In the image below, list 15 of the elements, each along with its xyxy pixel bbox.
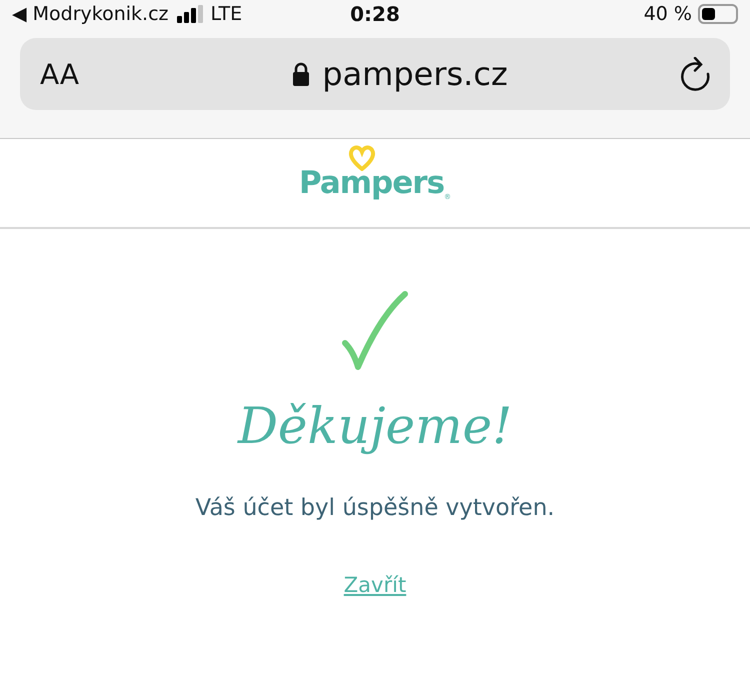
battery-icon (698, 4, 738, 24)
heading: Děkujeme! (238, 397, 512, 455)
success-message: Váš účet byl úspěšně vytvořen. (195, 495, 555, 521)
heart-icon (346, 145, 377, 171)
battery-percent: 40 % (644, 3, 692, 25)
signal-icon (176, 5, 203, 23)
text-size-button[interactable]: AA (40, 58, 120, 90)
back-label[interactable]: ◀ Modrykonik.cz (12, 3, 169, 25)
reload-icon[interactable] (680, 57, 712, 91)
network-label: LTE (210, 3, 242, 25)
lock-icon (292, 62, 310, 86)
checkmark-icon (342, 291, 408, 371)
address-bar[interactable]: AA pampers.cz (20, 38, 730, 110)
url-text: pampers.cz (322, 55, 508, 93)
clock: 0:28 (350, 2, 400, 26)
